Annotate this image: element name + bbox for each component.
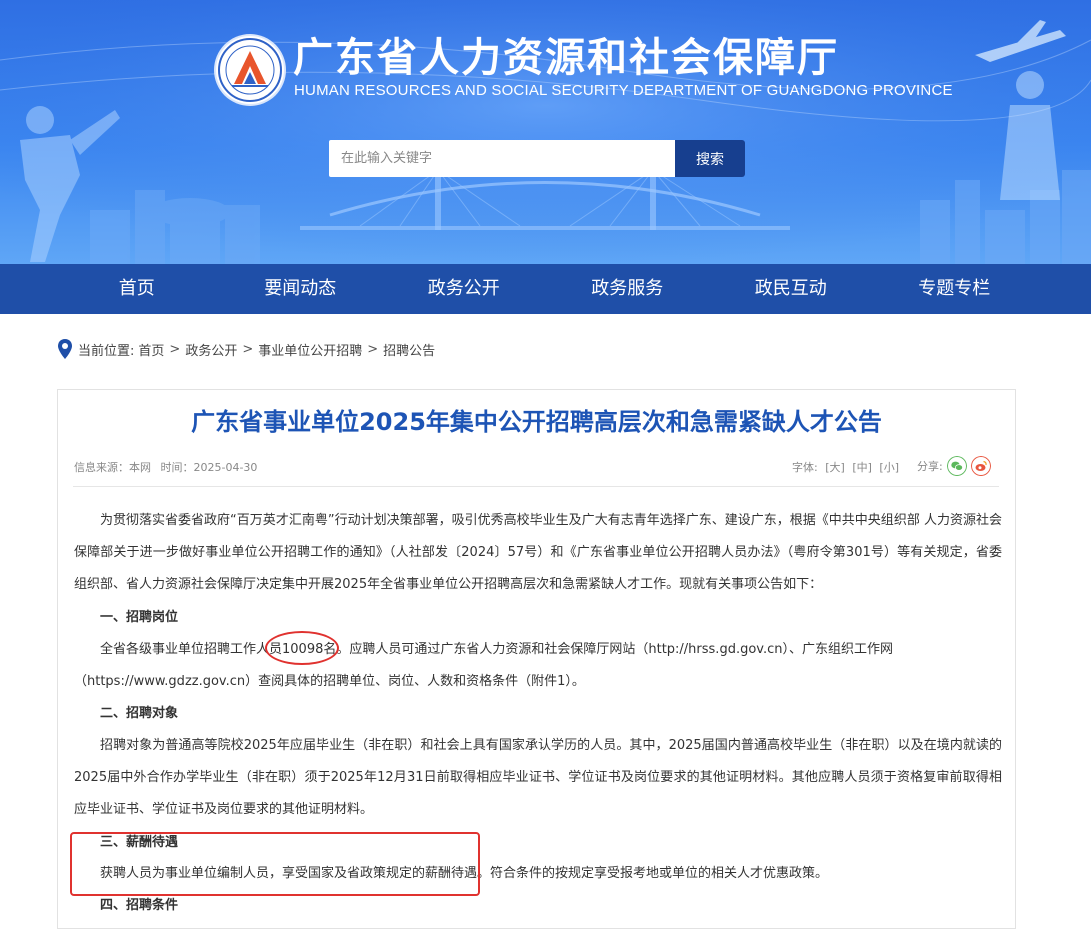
breadcrumb-separator: > <box>367 341 379 357</box>
font-size-controls: 字体: [大] [中] [小] <box>792 459 899 475</box>
section-positions-line-1: 全省各级事业单位招聘工作人员10098名。应聘人员可通过广东省人力资源和社会保障… <box>100 642 893 657</box>
section-applicants-body: 招聘对象为普通高等院校2025年应届毕业生（非在职）和社会上具有国家承认学历的人… <box>74 730 1002 826</box>
nav-item-news[interactable]: 要闻动态 <box>230 264 370 314</box>
search-button[interactable]: 搜索 <box>675 140 745 177</box>
hrss-emblem-icon <box>218 38 282 102</box>
breadcrumb-government-affairs[interactable]: 政务公开 <box>185 340 237 359</box>
site-title: 广东省人力资源和社会保障厅 <box>293 35 839 81</box>
main-nav: 首页 要闻动态 政务公开 政务服务 政民互动 专题专栏 <box>0 264 1091 314</box>
breadcrumb-recruitment-notice[interactable]: 招聘公告 <box>383 340 435 359</box>
nav-item-home[interactable]: 首页 <box>67 264 207 314</box>
font-size-medium[interactable]: [中] <box>852 461 872 474</box>
font-size-large[interactable]: [大] <box>825 461 845 474</box>
search-input[interactable] <box>329 140 675 177</box>
breadcrumb-separator: > <box>242 341 254 357</box>
nav-item-government-affairs[interactable]: 政务公开 <box>394 264 534 314</box>
breadcrumb: 当前位置: 首页 > 政务公开 > 事业单位公开招聘 > 招聘公告 <box>57 338 435 360</box>
wechat-share-icon[interactable] <box>946 456 967 476</box>
nav-item-interaction[interactable]: 政民互动 <box>721 264 861 314</box>
meta-divider <box>73 486 999 487</box>
site-logo[interactable] <box>216 36 284 104</box>
article-time: 时间：2025-04-30 <box>160 461 258 474</box>
breadcrumb-label: 当前位置: <box>78 343 135 359</box>
article-intro: 为贯彻落实省委省政府“百万英才汇南粤”行动计划决策部署，吸引优秀高校毕业生及广大… <box>74 505 1002 601</box>
nav-item-government-services[interactable]: 政务服务 <box>557 264 697 314</box>
section-heading-positions: 一、招聘岗位 <box>100 610 179 625</box>
location-pin-icon <box>58 339 72 359</box>
header-banner: 广东省人力资源和社会保障厅 HUMAN RESOURCES AND SOCIAL… <box>0 0 1091 264</box>
nav-item-special-topics[interactable]: 专题专栏 <box>884 264 1024 314</box>
font-size-label: 字体: <box>792 461 818 474</box>
breadcrumb-separator: > <box>169 341 181 357</box>
section-positions-line-2: （https://www.gdzz.gov.cn）查阅具体的招聘单位、岗位、人数… <box>74 674 585 689</box>
site-subtitle: HUMAN RESOURCES AND SOCIAL SECURITY DEPA… <box>294 82 953 99</box>
share-bar: 分享: <box>917 456 991 476</box>
article-source: 信息来源：本网 <box>74 461 151 474</box>
breadcrumb-home[interactable]: 首页 <box>138 340 164 359</box>
section-heading-conditions: 四、招聘条件 <box>100 898 179 913</box>
breadcrumb-public-recruitment[interactable]: 事业单位公开招聘 <box>258 340 362 359</box>
weibo-share-icon[interactable] <box>970 456 991 476</box>
section-heading-applicants: 二、招聘对象 <box>100 706 179 721</box>
article-meta: 信息来源：本网 时间：2025-04-30 <box>74 459 263 475</box>
section-applicants-text: 招聘对象为普通高等院校2025年应届毕业生（非在职）和社会上具有国家承认学历的人… <box>74 738 1002 817</box>
highlight-circle-annotation <box>265 631 339 665</box>
font-size-small[interactable]: [小] <box>879 461 899 474</box>
share-label: 分享: <box>917 460 943 473</box>
article-intro-text: 为贯彻落实省委省政府“百万英才汇南粤”行动计划决策部署，吸引优秀高校毕业生及广大… <box>74 513 1002 592</box>
article-title: 广东省事业单位2025年集中公开招聘高层次和急需紧缺人才公告 <box>191 408 882 436</box>
highlight-box-annotation <box>70 832 480 896</box>
